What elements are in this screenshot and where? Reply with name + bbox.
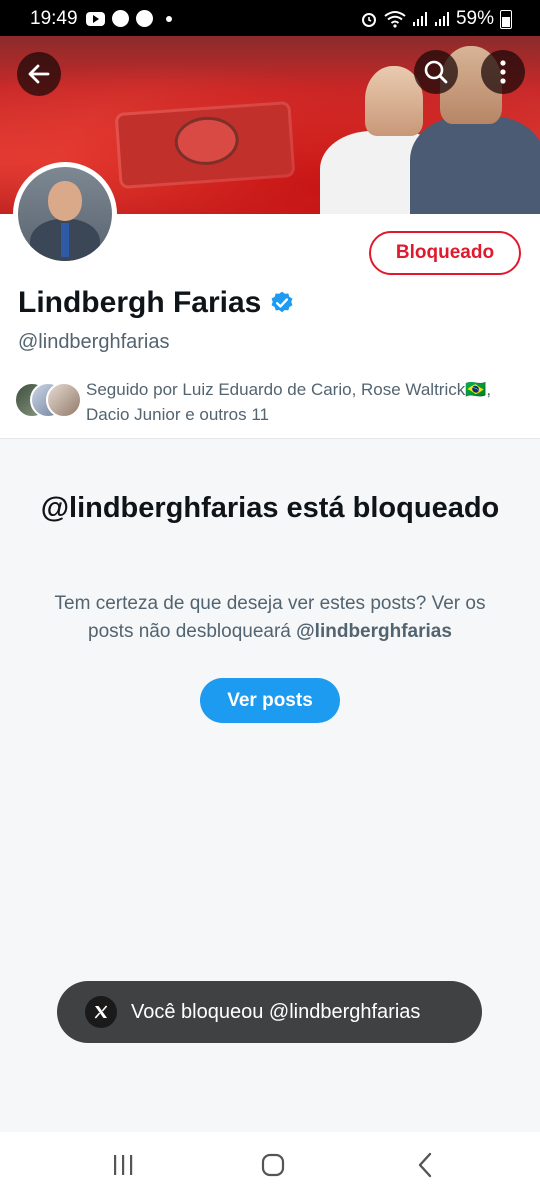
status-notification-icons (86, 10, 172, 27)
battery-percent: 59% (455, 8, 494, 29)
youtube-icon (86, 11, 105, 26)
avatar-photo (18, 167, 112, 261)
chevron-left-icon (418, 1152, 432, 1178)
wifi-icon (384, 11, 406, 28)
blocked-description: Tem certeza de que deseja ver estes post… (40, 590, 500, 646)
blocked-description-handle: @lindberghfarias (296, 621, 452, 642)
blocked-title: @lindberghfarias está bloqueado (40, 492, 500, 524)
home-icon (261, 1153, 285, 1177)
verified-badge-icon (271, 291, 293, 313)
battery-icon (500, 9, 512, 29)
profile-name-row: Lindbergh Farias (18, 286, 295, 320)
alarm-icon (361, 13, 376, 27)
status-system-icons: 59% (360, 8, 512, 30)
toast-notification: Você bloqueou @lindberghfarias (57, 981, 482, 1043)
status-bar: 19:49 59% (0, 0, 540, 36)
dot-icon (166, 15, 172, 22)
back-button[interactable] (17, 52, 61, 96)
more-vertical-icon (500, 60, 506, 84)
status-time: 19:49 (30, 8, 78, 29)
avatar-face (48, 181, 82, 221)
profile-handle: @lindberghfarias (18, 331, 170, 353)
recents-icon (114, 1155, 133, 1175)
chrome-icon (112, 10, 129, 27)
banner-flag (117, 104, 293, 186)
avatar-tie (61, 223, 69, 257)
signal-icon (412, 12, 427, 26)
search-icon (424, 60, 448, 84)
banner-person (410, 116, 540, 214)
follower-avatar (46, 382, 82, 418)
avatar[interactable] (13, 162, 117, 266)
blocked-button[interactable]: Bloqueado (369, 231, 521, 275)
more-options-button[interactable] (481, 50, 525, 94)
home-button[interactable] (258, 1150, 288, 1180)
view-posts-button[interactable]: Ver posts (200, 678, 340, 723)
chrome-icon (136, 10, 153, 27)
signal-icon (434, 12, 449, 26)
arrow-left-icon (28, 64, 50, 84)
followers-avatars[interactable] (14, 382, 82, 418)
followed-by-text[interactable]: Seguido por Luiz Eduardo de Cario, Rose … (86, 377, 526, 427)
system-nav-bar (0, 1132, 540, 1200)
recents-button[interactable] (108, 1150, 138, 1180)
search-button[interactable] (414, 50, 458, 94)
system-back-button[interactable] (412, 1150, 438, 1180)
x-logo-icon (85, 996, 117, 1028)
toast-text: Você bloqueou @lindberghfarias (131, 1000, 421, 1023)
profile-name: Lindbergh Farias (18, 286, 262, 319)
